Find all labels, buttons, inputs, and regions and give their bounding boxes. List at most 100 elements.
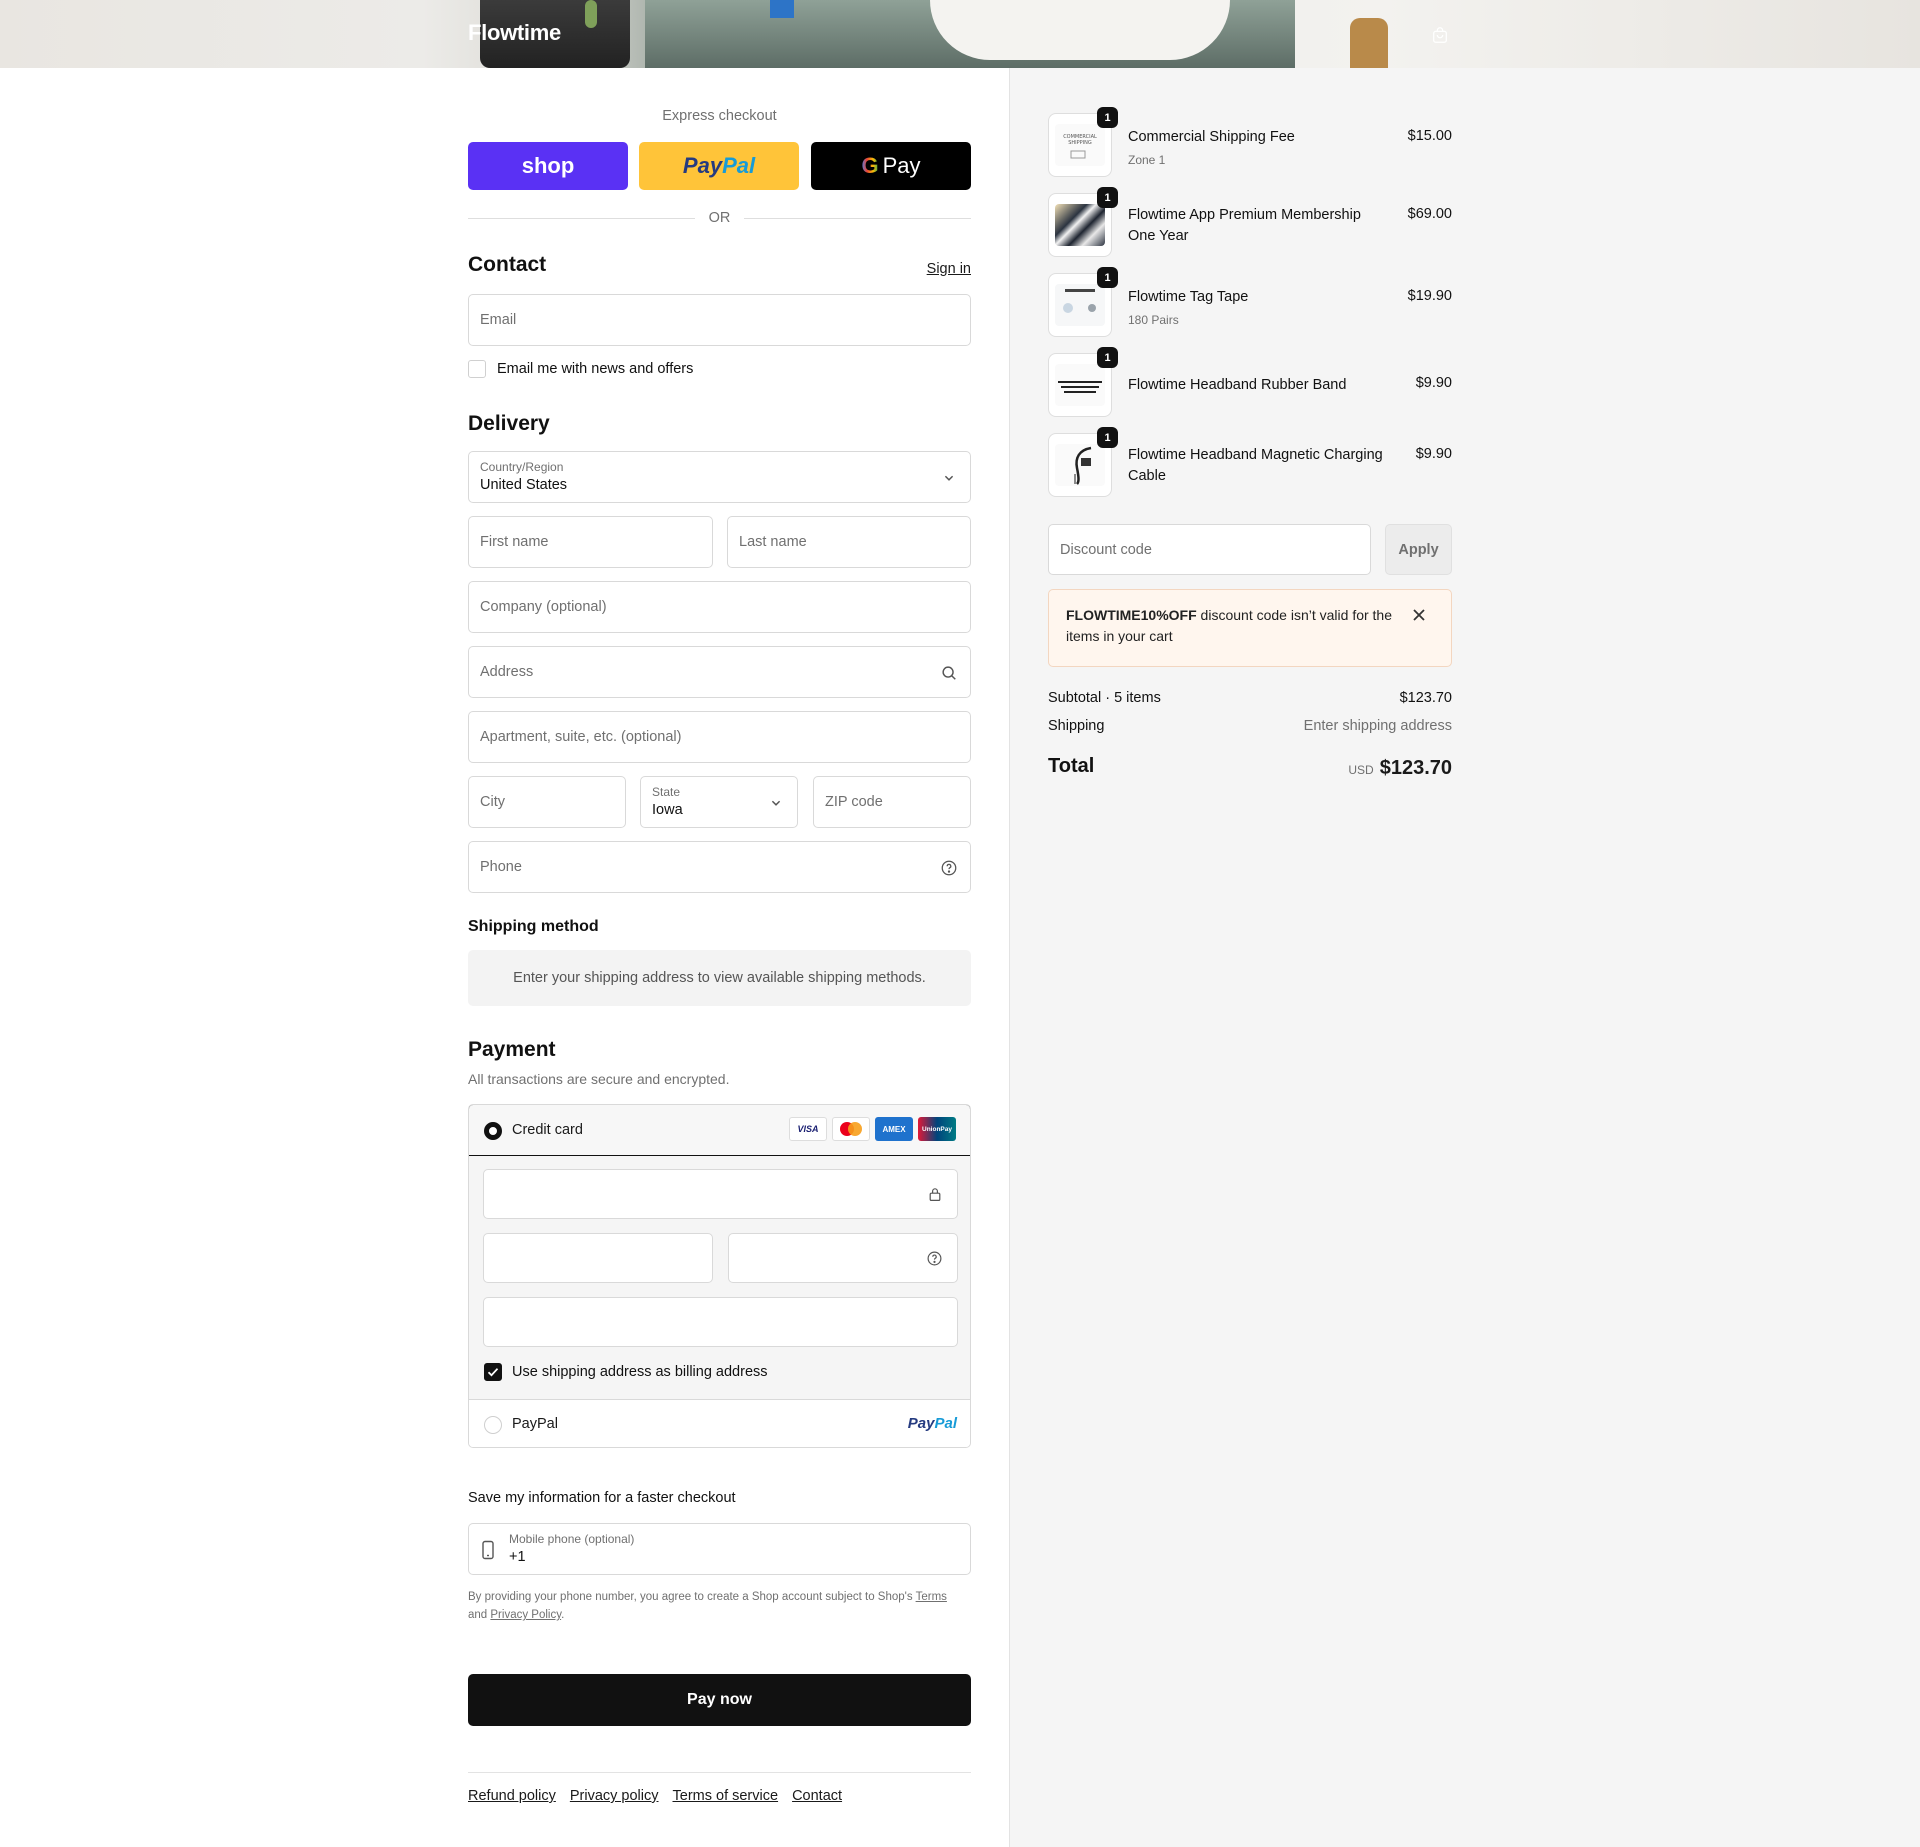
country-label: Country/Region xyxy=(480,460,564,474)
help-icon[interactable] xyxy=(926,1250,943,1267)
country-select[interactable]: Country/Region United States xyxy=(468,451,971,503)
express-checkout-label: Express checkout xyxy=(662,108,777,124)
help-icon[interactable] xyxy=(940,859,958,877)
mobile-phone-label: Mobile phone (optional) xyxy=(509,1532,635,1546)
google-pay-label: Pay xyxy=(882,153,921,178)
quantity-badge: 1 xyxy=(1097,267,1118,288)
apartment-field[interactable]: Apartment, suite, etc. (optional) xyxy=(468,711,971,763)
discount-error-alert: FLOWTIME10%OFF discount code isn’t valid… xyxy=(1048,589,1452,667)
contact-heading: Contact xyxy=(468,253,547,276)
pay-now-button[interactable]: Pay now xyxy=(468,1674,971,1726)
contact-link[interactable]: Contact xyxy=(792,1788,842,1804)
item-price: $9.90 xyxy=(1415,375,1452,391)
item-name: Flowtime Headband Rubber Band xyxy=(1128,377,1347,393)
discount-code-field[interactable]: Discount code xyxy=(1048,524,1371,575)
shop-pay-logo: shop xyxy=(521,153,575,178)
checkmark-icon xyxy=(487,1368,499,1377)
item-variant: Zone 1 xyxy=(1128,153,1166,167)
terms-of-service-link[interactable]: Terms of service xyxy=(673,1788,779,1804)
email-field[interactable]: Email xyxy=(468,294,971,346)
total-value: $123.70 xyxy=(1379,757,1452,779)
mobile-phone-icon xyxy=(482,1540,494,1560)
shipping-label: Shipping xyxy=(1048,718,1105,734)
mobile-phone-field[interactable]: Mobile phone (optional) +1 xyxy=(468,1523,971,1575)
subtotal-row: Subtotal · 5 items $123.70 xyxy=(1048,690,1452,706)
paypal-logo-part2: Pal xyxy=(722,153,756,178)
paypal-icon-part2: Pal xyxy=(934,1415,957,1432)
name-on-card-field[interactable] xyxy=(483,1297,958,1347)
quantity-badge: 1 xyxy=(1097,347,1118,368)
banner-label xyxy=(770,0,794,18)
quantity-badge: 1 xyxy=(1097,107,1118,128)
news-checkbox[interactable] xyxy=(468,360,486,378)
billing-checkbox[interactable] xyxy=(484,1363,502,1381)
city-field[interactable]: City xyxy=(468,776,626,828)
discount-error-text: FLOWTIME10%OFF discount code isn’t valid… xyxy=(1066,605,1406,647)
item-name: Flowtime App Premium Membership One Year xyxy=(1128,207,1361,244)
chevron-down-icon xyxy=(944,475,954,481)
quantity-badge: 1 xyxy=(1097,427,1118,448)
or-divider: OR xyxy=(468,208,971,228)
item-price: $19.90 xyxy=(1407,288,1452,304)
cart-item: COMMERCIAL SHIPPING 1 Commercial Shipping… xyxy=(1048,107,1452,179)
terms-link[interactable]: Terms xyxy=(916,1591,947,1603)
store-logo[interactable]: Flowtime xyxy=(468,20,561,46)
privacy-policy-link[interactable]: Privacy Policy xyxy=(490,1609,561,1621)
search-icon xyxy=(942,666,956,680)
first-name-field[interactable]: First name xyxy=(468,516,713,568)
apply-discount-button[interactable]: Apply xyxy=(1385,524,1452,575)
item-name: Commercial Shipping Fee xyxy=(1128,129,1295,145)
close-icon[interactable] xyxy=(1412,608,1426,622)
phone-placeholder: Phone xyxy=(480,859,522,875)
visa-icon: VISA xyxy=(789,1117,827,1141)
shopping-bag-icon[interactable] xyxy=(1431,26,1449,44)
card-number-field[interactable] xyxy=(483,1169,958,1219)
currency-code: USD xyxy=(1348,763,1374,777)
item-name: Flowtime Headband Magnetic Charging Cabl… xyxy=(1128,447,1383,484)
paypal-option[interactable]: PayPal PayPal xyxy=(469,1399,970,1447)
sign-in-link[interactable]: Sign in xyxy=(927,261,971,277)
cart-item: 1 Flowtime Headband Magnetic Charging Ca… xyxy=(1048,427,1452,499)
shipping-method-heading: Shipping method xyxy=(468,918,599,935)
state-value: Iowa xyxy=(652,802,683,818)
state-label: State xyxy=(652,785,681,799)
amex-icon: AMEX xyxy=(875,1117,913,1141)
item-price: $15.00 xyxy=(1407,128,1452,144)
zip-placeholder: ZIP code xyxy=(825,794,883,810)
expiration-date-field[interactable] xyxy=(483,1233,713,1283)
shop-terms-and: and xyxy=(468,1609,488,1621)
banner-bag xyxy=(930,0,1230,60)
phone-field[interactable]: Phone xyxy=(468,841,971,893)
item-price: $9.90 xyxy=(1415,446,1452,462)
refund-policy-link[interactable]: Refund policy xyxy=(468,1788,556,1804)
item-price: $69.00 xyxy=(1407,206,1452,222)
cart-item: 1 Flowtime Headband Rubber Band $9.90 xyxy=(1048,347,1452,419)
subtotal-label: Subtotal · 5 items xyxy=(1048,690,1161,706)
security-code-field[interactable] xyxy=(728,1233,958,1283)
google-pay-button[interactable]: G Pay xyxy=(811,142,971,190)
state-select[interactable]: State Iowa xyxy=(640,776,798,828)
item-name: Flowtime Tag Tape xyxy=(1128,289,1249,305)
zip-field[interactable]: ZIP code xyxy=(813,776,971,828)
privacy-policy-footer-link[interactable]: Privacy policy xyxy=(570,1788,659,1804)
paypal-express-button[interactable]: Pay Pal xyxy=(639,142,799,190)
save-info-heading: Save my information for a faster checkou… xyxy=(468,1490,736,1506)
header-banner: Flowtime xyxy=(0,0,1920,68)
address-field[interactable]: Address xyxy=(468,646,971,698)
lock-icon xyxy=(929,1188,941,1201)
credit-card-radio[interactable] xyxy=(484,1122,502,1140)
company-placeholder: Company (optional) xyxy=(480,599,607,615)
shipping-row: Shipping Enter shipping address xyxy=(1048,718,1452,734)
shop-terms-period: . xyxy=(561,1609,565,1621)
company-field[interactable]: Company (optional) xyxy=(468,581,971,633)
last-name-field[interactable]: Last name xyxy=(727,516,971,568)
shop-pay-button[interactable]: shop xyxy=(468,142,628,190)
credit-card-option[interactable]: Credit card VISA AMEX UnionPay xyxy=(469,1105,970,1156)
product-thumbnail: 1 xyxy=(1048,427,1118,497)
first-name-placeholder: First name xyxy=(480,534,549,550)
credit-card-label: Credit card xyxy=(512,1122,583,1138)
payment-heading: Payment xyxy=(468,1038,556,1061)
paypal-option-label: PayPal xyxy=(512,1416,558,1432)
paypal-radio[interactable] xyxy=(484,1416,502,1434)
apartment-placeholder: Apartment, suite, etc. (optional) xyxy=(480,729,682,745)
